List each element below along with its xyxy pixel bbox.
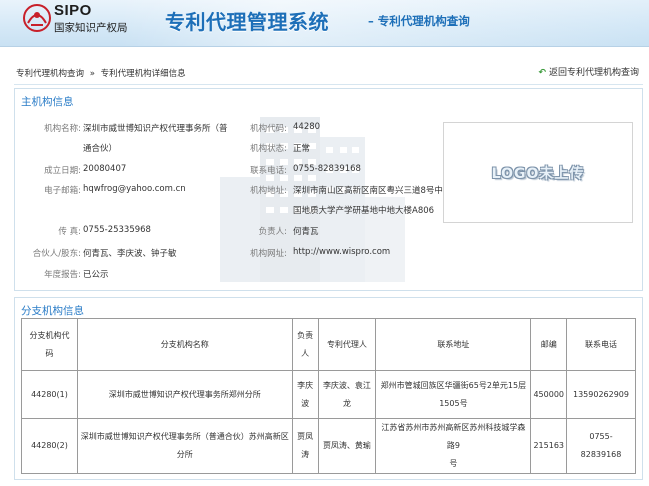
table-row: 44280(2) 深圳市威世博知识产权代理事务所（普通合伙）苏州高新区 分所 贾凤… — [21, 418, 636, 474]
phone-label: 联系电话: — [250, 166, 287, 176]
status-label: 机构状态: — [250, 144, 287, 154]
cell-code: 44280(2) — [21, 418, 78, 474]
cell-agents: 贾凤涛、黄瑜 — [317, 418, 377, 474]
building-watermark-icon — [220, 117, 405, 282]
address-line2: 国地质大学产学研基地中地大楼A806 — [293, 206, 435, 216]
col-header-address: 联系地址 — [375, 318, 532, 371]
code-label: 机构代码: — [250, 124, 287, 134]
address-label: 机构地址: — [250, 186, 287, 196]
partners-value: 何青瓦、李庆波、钟子敏 — [83, 249, 177, 259]
cell-name: 深圳市威世博知识产权代理事务所（普通合伙）苏州高新区 分所 — [76, 418, 293, 474]
main-info-title: 主机构信息 — [21, 96, 74, 108]
email-value: hqwfrog@yahoo.com.cn — [83, 184, 186, 194]
website-label: 机构网址: — [250, 249, 287, 259]
return-arrow-icon: ↶ — [538, 68, 546, 78]
cell-postcode: 215163 — [530, 418, 568, 474]
name-label: 机构名称: — [44, 124, 81, 134]
cell-phone: 0755- 82839168 — [566, 418, 636, 474]
cell-postcode: 450000 — [530, 370, 568, 419]
status-value: 正常 — [293, 144, 311, 154]
col-header-code: 分支机构代码 — [21, 318, 78, 371]
cell-phone: 13590262909 — [566, 370, 636, 419]
breadcrumb-bar: 专利代理机构查询 » 专利代理机构详细信息 ↶ 返回专利代理机构查询 — [14, 59, 643, 85]
page-header: SIPO 国家知识产权局 专利代理管理系统 – 专利代理机构查询 — [0, 0, 649, 47]
breadcrumb-item-detail: 专利代理机构详细信息 — [100, 69, 186, 79]
branch-info-title: 分支机构信息 — [21, 305, 84, 317]
leader-value: 何青瓦 — [293, 227, 319, 237]
cell-agents: 李庆波、袁江龙 — [317, 370, 377, 419]
address-line1: 深圳市南山区高新区南区粤兴三道8号中 — [293, 186, 443, 196]
system-title: 专利代理管理系统 — [165, 10, 329, 34]
cell-leader: 李庆波 — [291, 370, 319, 419]
table-header-row: 分支机构代码 分支机构名称 负责人 专利代理人 联系地址 邮编 联系电话 — [21, 318, 636, 371]
branch-table: 分支机构代码 分支机构名称 负责人 专利代理人 联系地址 邮编 联系电话 442… — [21, 318, 636, 474]
col-header-agents: 专利代理人 — [317, 318, 377, 371]
main-info-panel: 主机构信息 机构名称: 深圳市威世博知识产权代理事务所（普 通合伙） 成立日期:… — [14, 88, 643, 291]
logo-text-en: SIPO — [54, 2, 92, 19]
breadcrumb-separator: » — [89, 69, 95, 79]
org-logo-box: LOGO未上传 — [443, 122, 633, 223]
website-value[interactable]: http://www.wispro.com — [293, 247, 390, 257]
branch-info-panel: 分支机构信息 分支机构代码 分支机构名称 负责人 专利代理人 联系地址 邮编 联… — [14, 297, 643, 480]
org-name-line1: 深圳市威世博知识产权代理事务所（普 — [83, 124, 228, 134]
leader-label: 负责人: — [258, 227, 287, 237]
cell-address: 江苏省苏州市苏州高新区苏州科技城学森路9 号 — [375, 418, 532, 474]
partners-label: 合伙人/股东: — [32, 249, 81, 259]
system-subtitle: – 专利代理机构查询 — [368, 14, 470, 28]
org-name-line2: 通合伙） — [83, 144, 118, 154]
col-header-name: 分支机构名称 — [76, 318, 293, 371]
phone-value: 0755-82839168 — [293, 164, 361, 174]
back-to-search-link[interactable]: ↶ 返回专利代理机构查询 — [538, 65, 639, 78]
logo-text-cn: 国家知识产权局 — [54, 22, 128, 34]
fax-label: 传 真: — [58, 227, 81, 237]
cell-code: 44280(1) — [21, 370, 78, 419]
email-label: 电子邮箱: — [44, 186, 81, 196]
cell-address: 郑州市管城回族区华疆街65号2单元15层 1505号 — [375, 370, 532, 419]
cell-name: 深圳市威世博知识产权代理事务所郑州分所 — [76, 370, 293, 419]
breadcrumb: 专利代理机构查询 » 专利代理机构详细信息 — [16, 67, 186, 79]
back-link-label: 返回专利代理机构查询 — [548, 68, 639, 78]
breadcrumb-item-search[interactable]: 专利代理机构查询 — [16, 69, 84, 79]
table-row: 44280(1) 深圳市威世博知识产权代理事务所郑州分所 李庆波 李庆波、袁江龙… — [21, 370, 636, 419]
founded-value: 20080407 — [83, 164, 127, 174]
col-header-phone: 联系电话 — [566, 318, 636, 371]
annual-report-value: 已公示 — [83, 270, 109, 280]
col-header-leader: 负责人 — [291, 318, 319, 371]
cell-leader: 贾凤涛 — [291, 418, 319, 474]
annual-report-label: 年度报告: — [44, 270, 81, 280]
founded-label: 成立日期: — [44, 166, 81, 176]
logo-placeholder-text: LOGO未上传 — [491, 165, 585, 182]
col-header-postcode: 邮编 — [530, 318, 568, 371]
sipo-emblem-icon — [23, 4, 51, 32]
code-value: 44280 — [293, 122, 321, 132]
fax-value: 0755-25335968 — [83, 225, 151, 235]
